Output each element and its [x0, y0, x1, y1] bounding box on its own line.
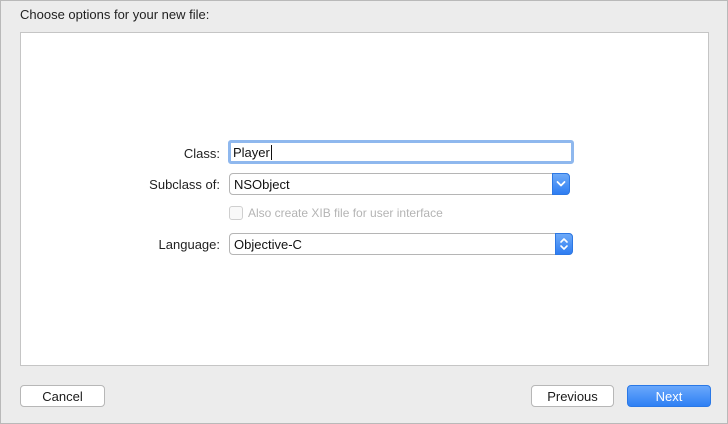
- language-label: Language:: [158, 237, 220, 252]
- text-caret: [270, 144, 272, 160]
- class-name-input[interactable]: Player: [228, 140, 574, 164]
- language-popup[interactable]: Objective-C: [229, 233, 573, 255]
- options-panel: [20, 32, 709, 366]
- previous-button[interactable]: Previous: [531, 385, 614, 407]
- xib-checkbox-row: Also create XIB file for user interface: [229, 206, 443, 220]
- class-name-value: Player: [233, 144, 270, 160]
- subclass-popup[interactable]: NSObject: [229, 173, 570, 195]
- next-button[interactable]: Next: [627, 385, 711, 407]
- subclass-label: Subclass of:: [149, 177, 220, 192]
- language-popup-value: Objective-C: [234, 236, 302, 252]
- class-label: Class:: [183, 146, 220, 161]
- cancel-button[interactable]: Cancel: [20, 385, 105, 407]
- xib-checkbox-label: Also create XIB file for user interface: [248, 206, 443, 220]
- subclass-popup-value: NSObject: [234, 176, 290, 192]
- up-down-chevron-icon: [555, 233, 573, 255]
- dialog-title: Choose options for your new file:: [20, 7, 210, 22]
- chevron-down-icon: [552, 173, 570, 195]
- xib-checkbox: [229, 206, 243, 220]
